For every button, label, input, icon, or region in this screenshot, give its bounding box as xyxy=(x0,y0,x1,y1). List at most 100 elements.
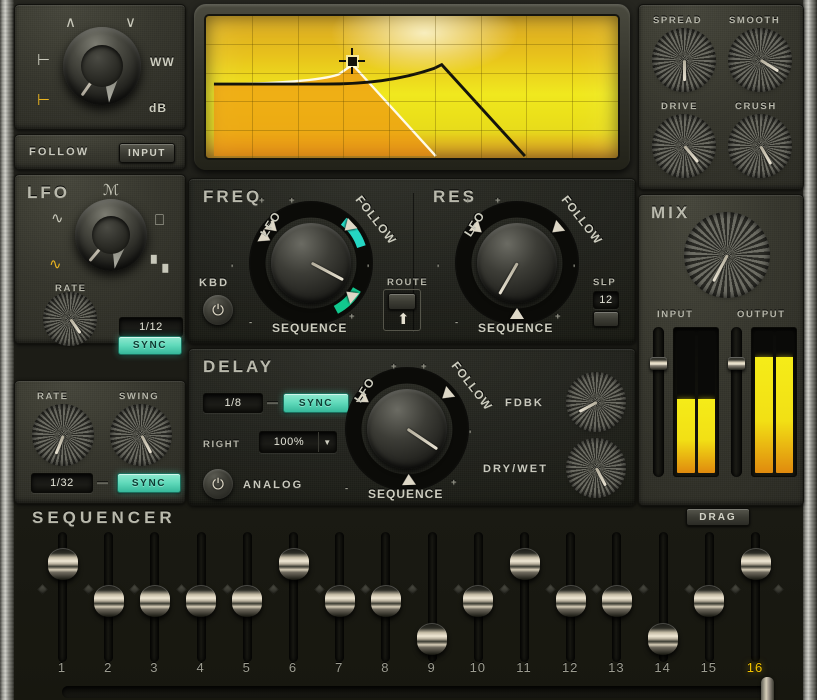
res-knob[interactable] xyxy=(477,223,557,303)
mix-knob[interactable] xyxy=(689,217,765,293)
lfo-rate-knob[interactable] xyxy=(48,297,92,341)
sequencer-step-track[interactable] xyxy=(335,532,344,662)
sequencer-step-handle[interactable] xyxy=(648,623,678,655)
smooth-knob[interactable] xyxy=(733,33,787,87)
sequencer-step-number[interactable]: 10 xyxy=(458,660,498,675)
input-fader-track[interactable] xyxy=(653,327,664,477)
sequencer-step-handle[interactable] xyxy=(371,585,401,617)
seq-clock-value[interactable]: 1/32 xyxy=(31,473,93,493)
sequencer-step-number[interactable]: 12 xyxy=(550,660,590,675)
analog-power-button[interactable]: ⏻ xyxy=(203,469,233,499)
sequencer-step-number[interactable]: 5 xyxy=(227,660,267,675)
sequencer-step-handle[interactable] xyxy=(741,548,771,580)
input-fader-handle[interactable] xyxy=(650,357,667,370)
knob-pointer xyxy=(498,262,519,295)
sequencer-step-handle[interactable] xyxy=(602,585,632,617)
sequencer-step-number[interactable]: 6 xyxy=(273,660,313,675)
delay-time-knob[interactable] xyxy=(367,389,447,469)
mod-marker[interactable] xyxy=(510,308,524,319)
highshelf-icon[interactable]: ⊢ xyxy=(37,53,50,68)
sequencer-step-track[interactable] xyxy=(474,532,483,662)
lfo-sync-button[interactable]: SYNC xyxy=(118,336,182,355)
sequencer-step-handle[interactable] xyxy=(48,548,78,580)
drive-knob[interactable] xyxy=(657,119,711,173)
sequencer-step-track[interactable] xyxy=(705,532,714,662)
sequencer-step-handle[interactable] xyxy=(694,585,724,617)
square-icon[interactable]: ⎕ xyxy=(155,213,164,228)
seq-clock-sync-button[interactable]: SYNC xyxy=(117,473,181,493)
mod-marker[interactable] xyxy=(402,474,416,485)
sequencer-scrollbar-thumb[interactable] xyxy=(761,677,774,700)
sequencer-step-track[interactable] xyxy=(150,532,159,662)
sequencer-step-number[interactable]: 9 xyxy=(412,660,452,675)
sequencer-step-number[interactable]: 8 xyxy=(365,660,405,675)
sequencer-step-track[interactable] xyxy=(751,532,760,662)
sequencer-step-number[interactable]: 14 xyxy=(643,660,683,675)
right-chrome-rail xyxy=(803,0,817,700)
sequencer-step-track[interactable] xyxy=(659,532,668,662)
delay-time-value[interactable]: 1/8 xyxy=(203,393,263,413)
crush-knob[interactable] xyxy=(733,119,787,173)
kbd-power-button[interactable]: ⏻ xyxy=(203,295,233,325)
route-button[interactable] xyxy=(388,293,416,310)
follow-source-button[interactable]: INPUT xyxy=(119,143,175,163)
steps-icon[interactable]: ▘▖ xyxy=(151,257,174,272)
filter-response-display[interactable] xyxy=(204,14,620,160)
seq-swing-label: SWING xyxy=(119,391,159,402)
filter-shape-knob[interactable] xyxy=(63,27,141,105)
lfo-shape-knob[interactable] xyxy=(75,199,147,271)
sequencer-step-track[interactable] xyxy=(381,532,390,662)
sequencer-step-handle[interactable] xyxy=(556,585,586,617)
sequencer-step-handle[interactable] xyxy=(186,585,216,617)
noise-icon[interactable]: ℳ xyxy=(103,183,119,198)
seq-swing-knob[interactable] xyxy=(115,409,167,461)
lowpass-amber-icon[interactable]: ⊢ xyxy=(37,93,50,108)
sequencer-step-number[interactable]: 13 xyxy=(596,660,636,675)
sequencer-step-number[interactable]: 11 xyxy=(504,660,544,675)
sequencer-step-track[interactable] xyxy=(612,532,621,662)
delay-right-select[interactable]: 100% ▼ xyxy=(259,431,337,453)
sequencer-step-handle[interactable] xyxy=(325,585,355,617)
sequencer-step-number[interactable]: 4 xyxy=(181,660,221,675)
notch-icon[interactable]: ∨ xyxy=(125,15,136,30)
sine-icon[interactable]: ∿ xyxy=(51,211,64,226)
sequencer-step-track[interactable] xyxy=(104,532,113,662)
sequencer-step-number[interactable]: 16 xyxy=(735,660,775,675)
db-label[interactable]: dB xyxy=(149,101,167,115)
sequencer-step-number[interactable]: 1 xyxy=(42,660,82,675)
sequencer-step-handle[interactable] xyxy=(94,585,124,617)
sequencer-step-track[interactable] xyxy=(566,532,575,662)
sequencer-step-handle[interactable] xyxy=(417,623,447,655)
output-fader-track[interactable] xyxy=(731,327,742,477)
freq-knob[interactable] xyxy=(271,223,351,303)
sequencer-step-number[interactable]: 15 xyxy=(689,660,729,675)
seq-rate-knob[interactable] xyxy=(37,409,89,461)
sequencer-step-track[interactable] xyxy=(197,532,206,662)
sequencer-step-handle[interactable] xyxy=(140,585,170,617)
sine-amber-icon[interactable]: ∿ xyxy=(49,257,62,272)
slope-value[interactable]: 12 xyxy=(593,291,619,309)
route-label: ROUTE xyxy=(387,277,428,288)
comb-label[interactable]: WW xyxy=(150,55,175,69)
sequencer-step-track[interactable] xyxy=(289,532,298,662)
sequencer-scrollbar-track[interactable] xyxy=(62,686,774,698)
sequencer-step-track[interactable] xyxy=(58,532,67,662)
drywet-knob[interactable] xyxy=(571,443,621,493)
sequencer-step-number[interactable]: 7 xyxy=(319,660,359,675)
delay-sync-button[interactable]: SYNC xyxy=(283,393,349,413)
sequencer-step-track[interactable] xyxy=(428,532,437,662)
sequencer-step-handle[interactable] xyxy=(232,585,262,617)
sequencer-step-handle[interactable] xyxy=(279,548,309,580)
sequencer-step-handle[interactable] xyxy=(463,585,493,617)
sequencer-step-number[interactable]: 3 xyxy=(134,660,174,675)
output-fader-handle[interactable] xyxy=(728,357,745,370)
sequencer-step-handle[interactable] xyxy=(510,548,540,580)
sequencer-step-track[interactable] xyxy=(243,532,252,662)
sequencer-step-track[interactable] xyxy=(520,532,529,662)
spread-knob[interactable] xyxy=(657,33,711,87)
fdbk-knob[interactable] xyxy=(571,377,621,427)
lfo-rate-value[interactable]: 1/12 xyxy=(119,317,183,337)
sequencer-step-number[interactable]: 2 xyxy=(88,660,128,675)
bandpass-icon[interactable]: ∧ xyxy=(65,15,76,30)
slope-button[interactable] xyxy=(593,311,619,327)
